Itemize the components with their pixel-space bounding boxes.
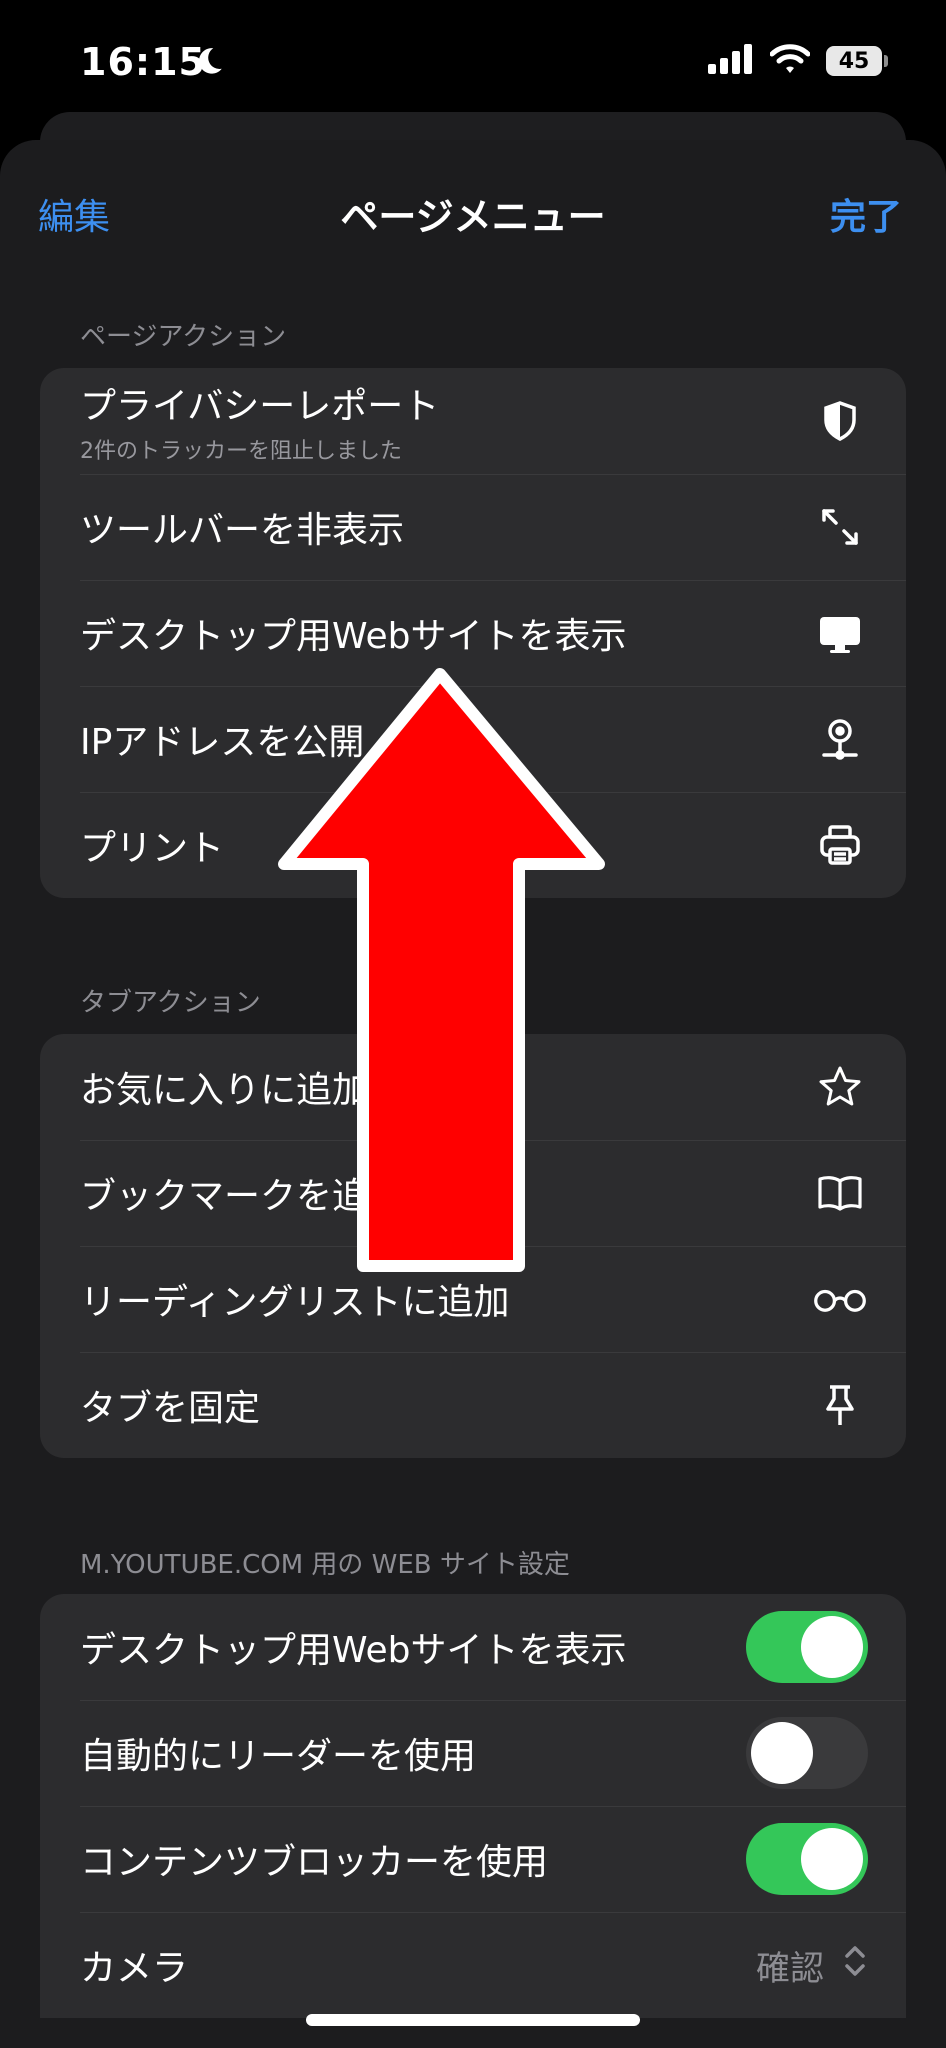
done-button[interactable]: 完了 (830, 188, 902, 240)
show-ip-address-row[interactable]: IPアドレスを公開 (40, 686, 906, 792)
up-down-chevron-icon (842, 1941, 868, 1990)
row-label: タブを固定 (80, 1388, 261, 1429)
desktop-site-toggle[interactable] (746, 1611, 868, 1683)
book-icon (812, 1165, 868, 1221)
navigation-bar: 編集 ページメニュー 完了 (0, 140, 946, 270)
hide-toolbar-row[interactable]: ツールバーを非表示 (40, 474, 906, 580)
status-bar: 16:15 45 (0, 0, 946, 120)
page-actions-group: プライバシーレポート 2件のトラッカーを阻止しました ツールバーを非表示 デスク… (40, 368, 906, 898)
row-label: リーディングリストに追加 (80, 1282, 510, 1323)
desktop-site-row[interactable]: デスクトップ用Webサイトを表示 (40, 580, 906, 686)
row-subtitle: 2件のトラッカーを阻止しました (80, 439, 402, 464)
status-time: 16:15 (80, 40, 206, 84)
row-label: 自動的にリーダーを使用 (80, 1736, 477, 1777)
row-label: デスクトップ用Webサイトを表示 (80, 616, 627, 657)
auto-reader-toggle[interactable] (746, 1717, 868, 1789)
privacy-report-row[interactable]: プライバシーレポート 2件のトラッカーを阻止しました (40, 368, 906, 474)
row-label: カメラ (80, 1948, 189, 1989)
section-header-site-settings: M.YOUTUBE.COM 用の WEB サイト設定 (80, 1550, 570, 1580)
row-label: プリント (80, 828, 225, 869)
tab-actions-group: お気に入りに追加 ブックマークを追加 リーディングリストに追加 タブを固定 (40, 1034, 906, 1458)
pin-tab-row[interactable]: タブを固定 (40, 1352, 906, 1458)
battery-icon: 45 (826, 46, 888, 76)
shield-icon (812, 393, 868, 449)
cellular-signal-icon (708, 44, 754, 78)
expand-arrows-icon (812, 499, 868, 555)
add-bookmark-row[interactable]: ブックマークを追加 (40, 1140, 906, 1246)
star-icon (812, 1059, 868, 1115)
home-indicator[interactable] (306, 2014, 640, 2026)
battery-level: 45 (826, 46, 882, 76)
auto-reader-toggle-row: 自動的にリーダーを使用 (40, 1700, 906, 1806)
wifi-icon (769, 44, 811, 78)
row-label: プライバシーレポート (80, 386, 440, 427)
section-header-page-actions: ページアクション (80, 322, 287, 352)
site-settings-group: デスクトップ用Webサイトを表示 自動的にリーダーを使用 コンテンツブロッカーを… (40, 1594, 906, 2018)
desktop-site-toggle-row: デスクトップ用Webサイトを表示 (40, 1594, 906, 1700)
glasses-icon (812, 1271, 868, 1327)
row-label: デスクトップ用Webサイトを表示 (80, 1630, 627, 1671)
content-blocker-toggle-row: コンテンツブロッカーを使用 (40, 1806, 906, 1912)
desktop-icon (812, 605, 868, 661)
printer-icon (812, 817, 868, 873)
row-label: ツールバーを非表示 (80, 510, 405, 551)
row-label: お気に入りに追加 (80, 1070, 369, 1111)
print-row[interactable]: プリント (40, 792, 906, 898)
pin-icon (812, 1377, 868, 1433)
row-label: コンテンツブロッカーを使用 (80, 1842, 549, 1883)
camera-setting-row[interactable]: カメラ 確認 (40, 1912, 906, 2018)
row-label: IPアドレスを公開 (80, 722, 365, 763)
add-favorite-row[interactable]: お気に入りに追加 (40, 1034, 906, 1140)
page-title: ページメニュー (340, 195, 606, 239)
row-label: ブックマークを追加 (80, 1176, 405, 1217)
content-blocker-toggle[interactable] (746, 1823, 868, 1895)
moon-icon (192, 44, 226, 82)
add-reading-list-row[interactable]: リーディングリストに追加 (40, 1246, 906, 1352)
camera-value: 確認 (756, 1948, 824, 1989)
location-pin-icon (812, 711, 868, 767)
section-header-tab-actions: タブアクション (80, 988, 261, 1018)
